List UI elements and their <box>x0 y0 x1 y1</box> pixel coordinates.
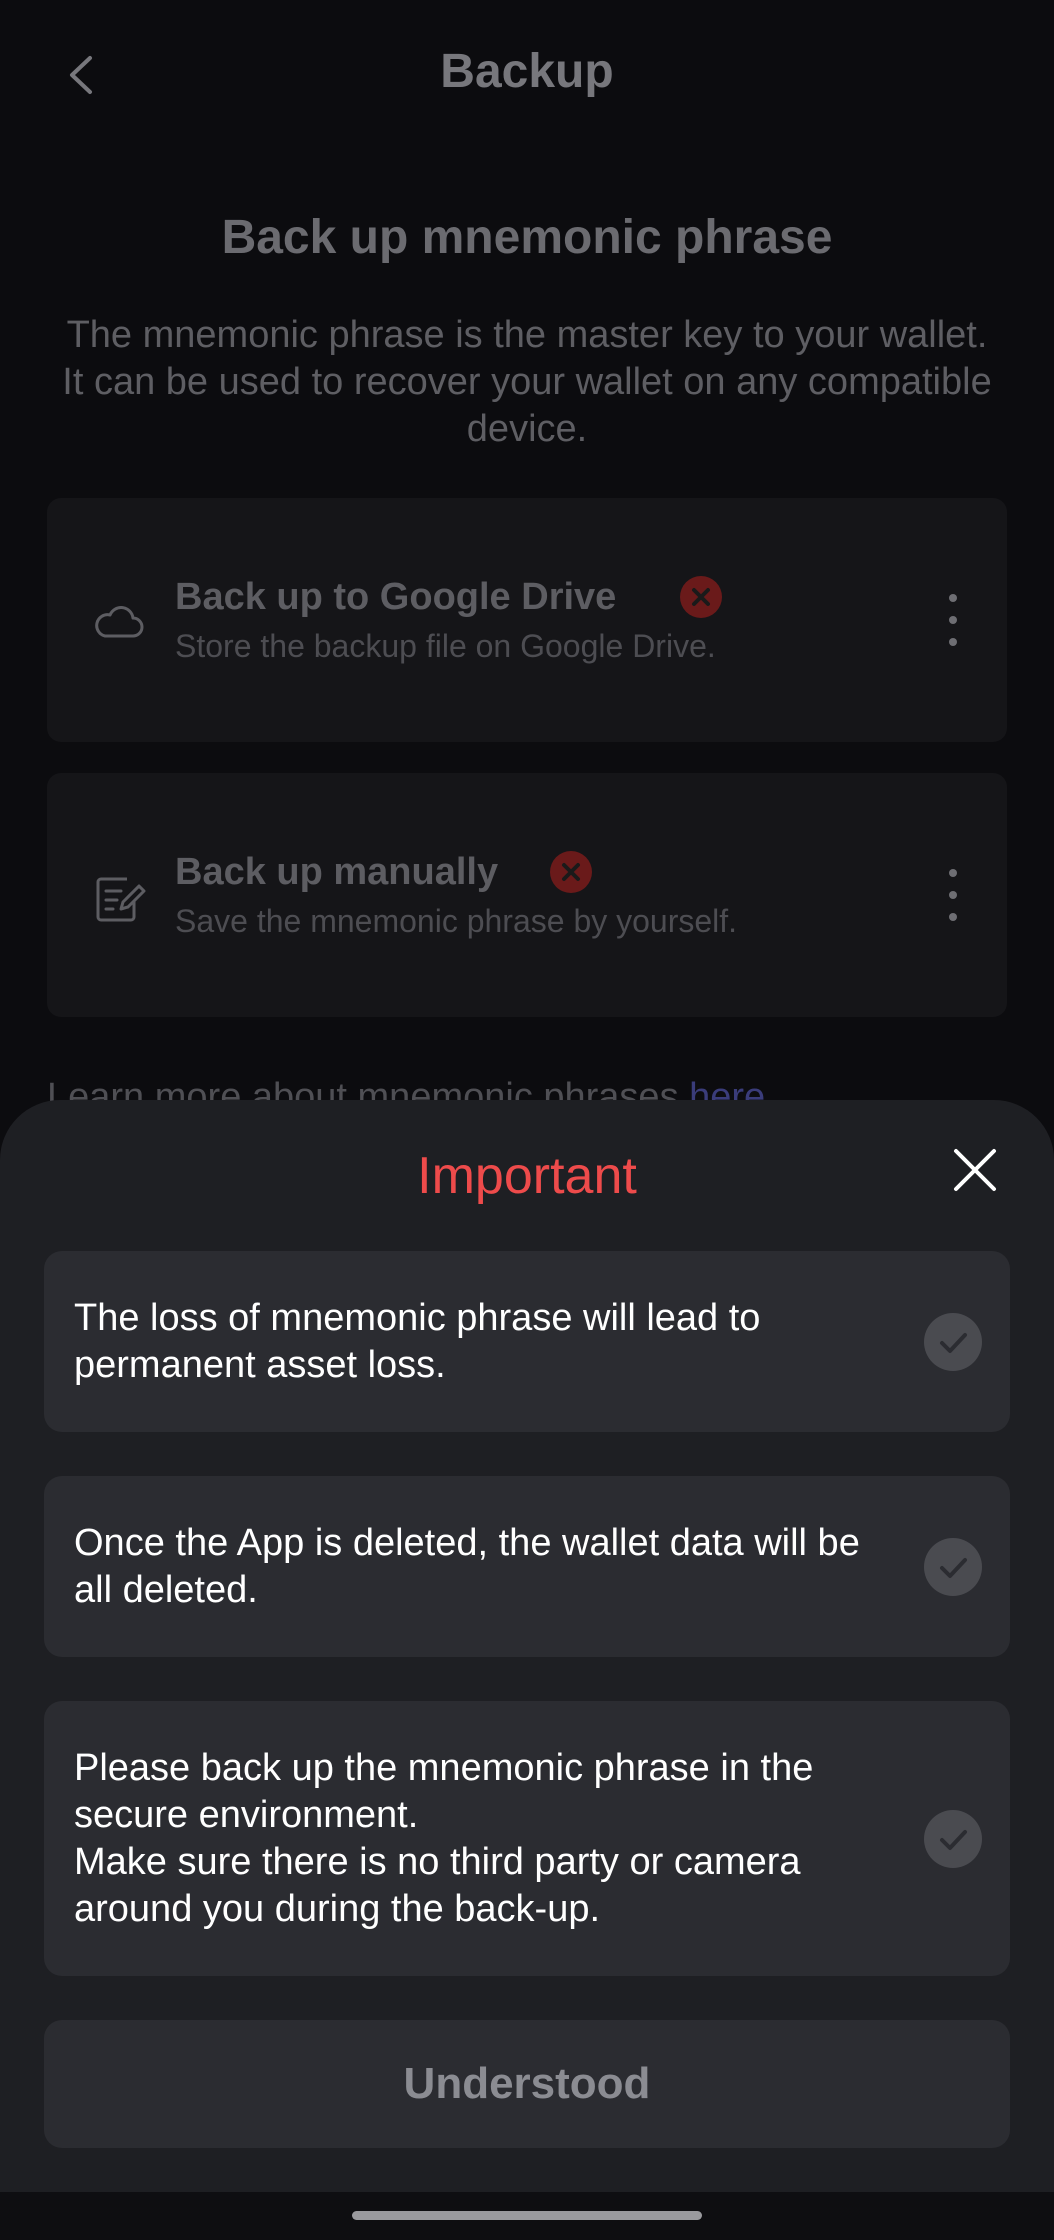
important-bottom-sheet: Important The loss of mnemonic phrase wi… <box>0 1100 1054 2240</box>
notice-item[interactable]: The loss of mnemonic phrase will lead to… <box>44 1251 1010 1432</box>
error-x-icon <box>680 576 723 618</box>
notice-item[interactable]: Once the App is deleted, the wallet data… <box>44 1476 1010 1657</box>
sheet-title: Important <box>417 1147 637 1205</box>
notice-item[interactable]: Please back up the mnemonic phrase in th… <box>44 1701 1010 1976</box>
option-subtitle: Store the backup file on Google Drive. <box>175 628 716 664</box>
more-vert-icon[interactable] <box>943 590 963 650</box>
notice-text: Please back up the mnemonic phrase in th… <box>74 1746 814 1930</box>
section-title: Back up mnemonic phrase <box>221 211 833 264</box>
close-button[interactable] <box>950 1145 1000 1195</box>
option-title: Back up to Google Drive <box>175 576 617 618</box>
check-circle-icon[interactable] <box>924 1809 982 1868</box>
check-circle-icon[interactable] <box>924 1312 982 1371</box>
option-subtitle: Save the mnemonic phrase by yourself. <box>175 903 738 939</box>
edit-note-icon <box>96 877 146 922</box>
page-title: Backup <box>440 45 614 98</box>
option-title: Back up manually <box>175 851 499 893</box>
notice-text: Once the App is deleted, the wallet data… <box>74 1521 860 1611</box>
backup-google-drive-option[interactable]: Back up to Google Drive Store the backup… <box>47 498 1007 742</box>
notice-text: The loss of mnemonic phrase will lead to… <box>74 1296 761 1386</box>
check-circle-icon[interactable] <box>924 1537 982 1596</box>
more-vert-icon[interactable] <box>943 865 963 925</box>
backup-manually-option[interactable]: Back up manually Save the mnemonic phras… <box>47 773 1007 1017</box>
error-x-icon <box>550 851 593 893</box>
cloud-icon <box>95 606 144 638</box>
navigation-bar <box>0 2192 1054 2240</box>
close-icon <box>954 1149 996 1191</box>
section-description: The mnemonic phrase is the master key to… <box>62 314 992 450</box>
understood-button[interactable]: Understood <box>44 2020 1010 2148</box>
home-indicator[interactable] <box>352 2211 702 2220</box>
